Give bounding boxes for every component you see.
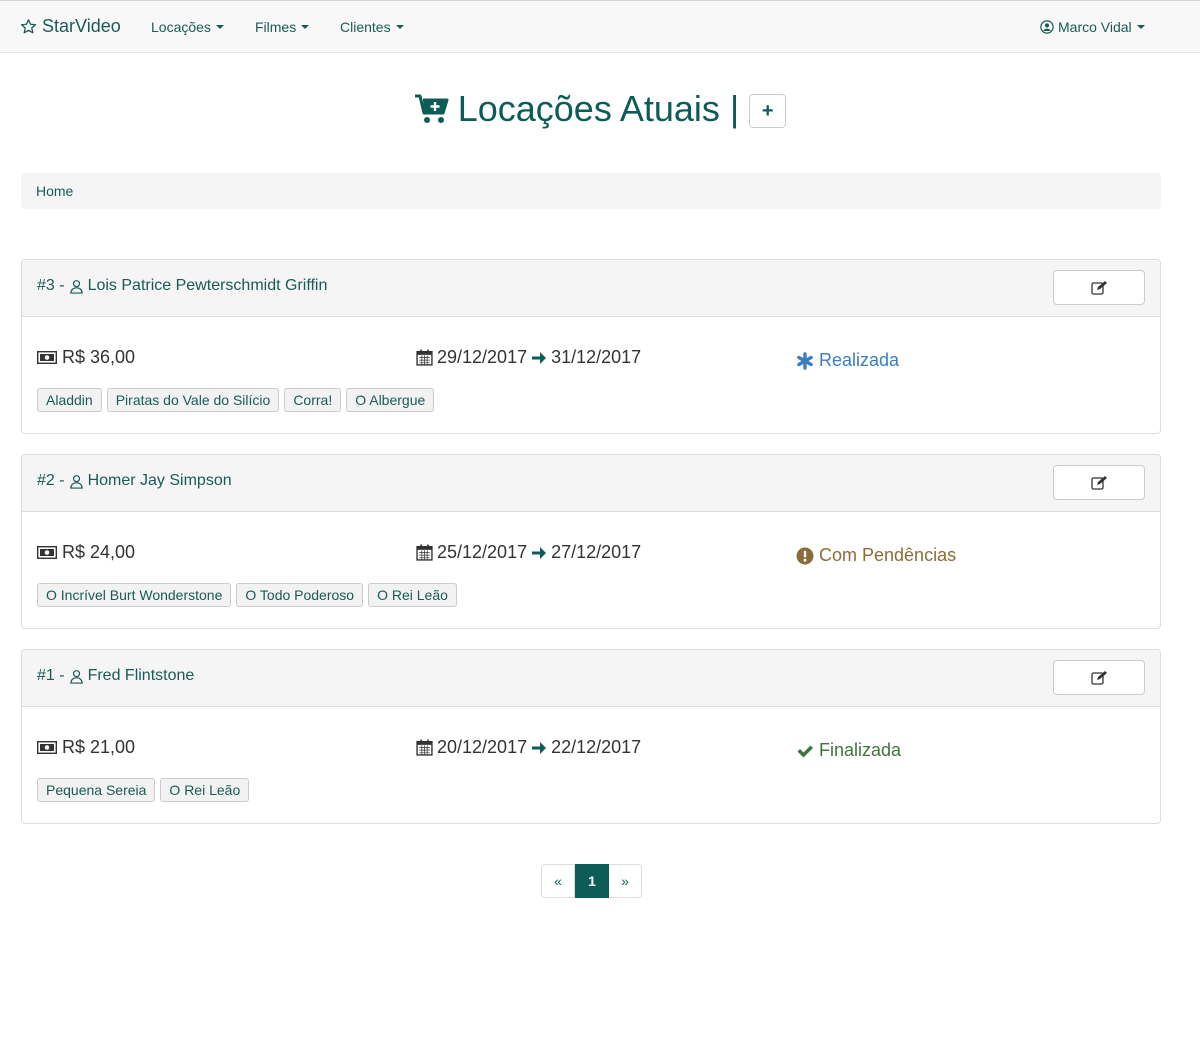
- rental-title: #1 - Fred Flintstone: [37, 667, 194, 685]
- panel-heading: #3 - Lois Patrice Pewterschmidt Griffin: [22, 260, 1160, 317]
- customer-name: Lois Patrice Pewterschmidt Griffin: [87, 277, 328, 294]
- movie-tags: Aladdin Piratas do Vale do Silício Corra…: [37, 388, 435, 412]
- page-title-text: Locações Atuais: [457, 88, 720, 129]
- exclamation-circle-icon: [796, 547, 814, 564]
- money-icon: [37, 546, 57, 559]
- caret-down-icon: [301, 25, 310, 29]
- end-date: 31/12/2017: [551, 347, 642, 367]
- rental-price: R$ 24,00: [37, 542, 135, 563]
- movie-tags: Pequena Sereia O Rei Leão: [37, 778, 250, 802]
- start-date: 25/12/2017: [437, 542, 528, 562]
- calendar-icon: [416, 544, 433, 561]
- edit-icon: [1091, 475, 1107, 490]
- money-icon: [37, 351, 57, 364]
- nav-menu-locacoes[interactable]: Locações: [151, 19, 224, 35]
- rental-status: Realizada: [796, 350, 899, 371]
- rental-panel: #2 - Homer Jay Simpson R$ 24,00 25/12/20…: [21, 454, 1161, 629]
- nav-menu-filmes[interactable]: Filmes: [255, 19, 310, 35]
- caret-down-icon: [395, 25, 404, 29]
- user-outline-icon: [69, 279, 83, 294]
- movie-tag: O Todo Poderoso: [236, 583, 364, 607]
- start-date: 20/12/2017: [437, 737, 528, 757]
- calendar-icon: [416, 739, 433, 756]
- rental-panel: #3 - Lois Patrice Pewterschmidt Griffin …: [21, 259, 1161, 434]
- pagination-next[interactable]: »: [609, 864, 642, 898]
- end-date: 22/12/2017: [551, 737, 642, 757]
- rental-status: Finalizada: [796, 740, 901, 761]
- customer-name: Homer Jay Simpson: [87, 472, 232, 489]
- movie-tag: O Rei Leão: [368, 583, 457, 607]
- user-outline-icon: [69, 474, 83, 489]
- asterisk-icon: [797, 351, 813, 370]
- price-value: R$ 24,00: [62, 542, 136, 562]
- rental-dates: 29/12/2017 31/12/2017: [416, 347, 641, 368]
- add-rental-button[interactable]: +: [749, 94, 787, 128]
- edit-rental-button[interactable]: [1053, 465, 1145, 500]
- rental-number: #2 -: [37, 472, 65, 489]
- rental-price: R$ 21,00: [37, 737, 135, 758]
- arrow-right-icon: [532, 741, 547, 754]
- pagination: « 1 »: [541, 864, 642, 898]
- end-date: 27/12/2017: [551, 542, 642, 562]
- arrow-right-icon: [532, 546, 547, 559]
- brand-label: StarVideo: [42, 16, 121, 36]
- panel-heading: #1 - Fred Flintstone: [22, 650, 1160, 707]
- page-title: Locações Atuais | +: [0, 88, 1200, 130]
- movie-tag: Aladdin: [37, 388, 102, 412]
- rental-panel: #1 - Fred Flintstone R$ 21,00 20/12/2017…: [21, 649, 1161, 824]
- calendar-icon: [416, 349, 433, 366]
- customer-name: Fred Flintstone: [87, 667, 195, 684]
- breadcrumb: Home: [21, 173, 1161, 209]
- user-menu[interactable]: Marco Vidal: [1040, 19, 1145, 35]
- cart-plus-icon: [414, 94, 449, 123]
- navbar: StarVideo Locações Filmes Clientes Marco…: [0, 0, 1200, 53]
- movie-tag: Pequena Sereia: [37, 778, 156, 802]
- rental-title: #2 - Homer Jay Simpson: [37, 472, 232, 490]
- rental-number: #3 -: [37, 277, 65, 294]
- nav-menu-label: Locações: [151, 19, 211, 35]
- check-icon: [797, 745, 813, 757]
- movie-tag: O Albergue: [346, 388, 435, 412]
- user-name: Marco Vidal: [1058, 19, 1132, 35]
- edit-rental-button[interactable]: [1053, 660, 1145, 695]
- star-icon: [20, 19, 37, 34]
- user-circle-icon: [1040, 20, 1054, 34]
- pagination-page-current[interactable]: 1: [575, 864, 609, 898]
- user-outline-icon: [69, 669, 83, 684]
- status-label: Com Pendências: [819, 545, 957, 565]
- edit-icon: [1091, 670, 1107, 685]
- rental-dates: 25/12/2017 27/12/2017: [416, 542, 641, 563]
- status-label: Realizada: [819, 350, 900, 370]
- panel-heading: #2 - Homer Jay Simpson: [22, 455, 1160, 512]
- price-value: R$ 21,00: [62, 737, 136, 757]
- nav-menu-label: Clientes: [340, 19, 391, 35]
- rental-status: Com Pendências: [796, 545, 956, 566]
- rental-dates: 20/12/2017 22/12/2017: [416, 737, 641, 758]
- price-value: R$ 36,00: [62, 347, 136, 367]
- rental-number: #1 -: [37, 667, 65, 684]
- caret-down-icon: [1136, 25, 1145, 29]
- pagination-prev[interactable]: «: [541, 864, 575, 898]
- start-date: 29/12/2017: [437, 347, 528, 367]
- title-separator: |: [729, 88, 740, 129]
- caret-down-icon: [215, 25, 224, 29]
- movie-tag: Piratas do Vale do Silício: [106, 388, 280, 412]
- movie-tag: Corra!: [284, 388, 342, 412]
- arrow-right-icon: [532, 351, 547, 364]
- status-label: Finalizada: [819, 740, 902, 760]
- rental-title: #3 - Lois Patrice Pewterschmidt Griffin: [37, 277, 327, 295]
- edit-rental-button[interactable]: [1053, 270, 1145, 305]
- rental-price: R$ 36,00: [37, 347, 135, 368]
- breadcrumb-home[interactable]: Home: [36, 183, 73, 199]
- money-icon: [37, 741, 57, 754]
- edit-icon: [1091, 280, 1107, 295]
- movie-tags: O Incrível Burt Wonderstone O Todo Poder…: [37, 583, 457, 607]
- nav-menu-clientes[interactable]: Clientes: [340, 19, 404, 35]
- brand-link[interactable]: StarVideo: [20, 16, 121, 37]
- nav-menu-label: Filmes: [255, 19, 297, 35]
- movie-tag: O Incrível Burt Wonderstone: [37, 583, 232, 607]
- movie-tag: O Rei Leão: [160, 778, 250, 802]
